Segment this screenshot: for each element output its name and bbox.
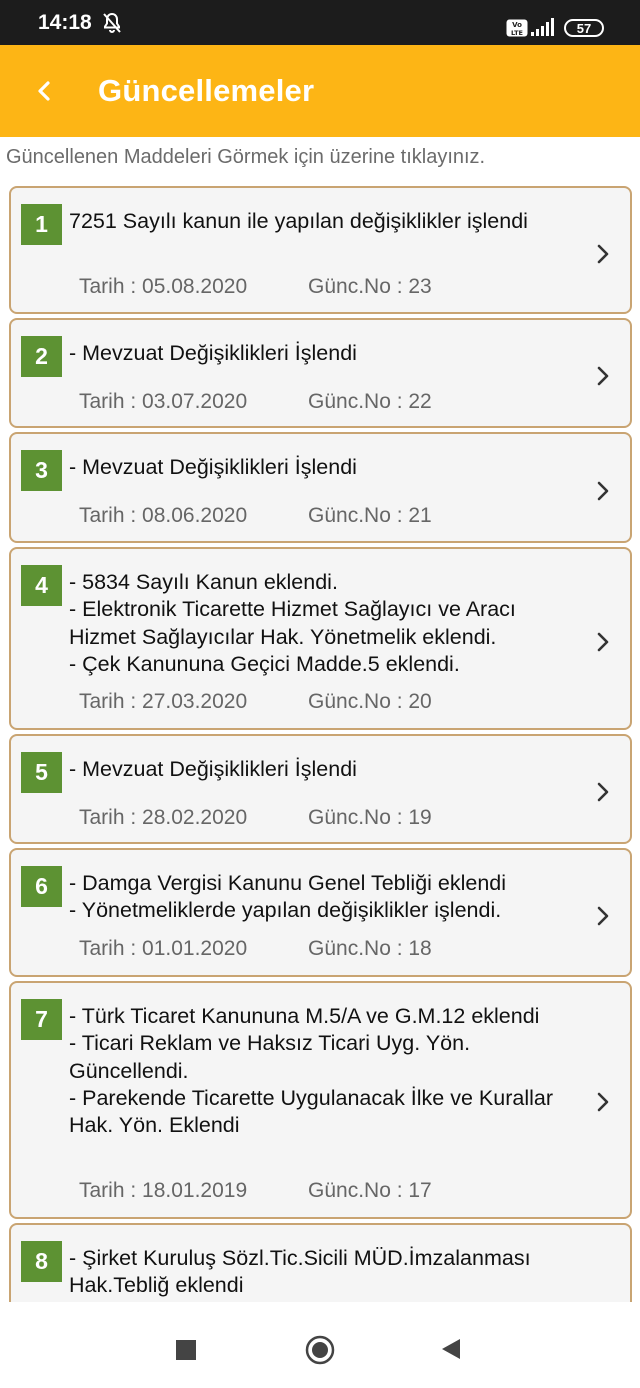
update-number-badge: 1 bbox=[21, 204, 62, 245]
update-meta: Tarih : 05.08.2020 Günc.No : 23 bbox=[79, 275, 432, 299]
update-number: Günc.No : 20 bbox=[308, 690, 432, 713]
update-date: Tarih : 03.07.2020 bbox=[79, 390, 248, 413]
update-meta: Tarih : 08.06.2020 Günc.No : 21 bbox=[79, 504, 432, 528]
update-date: Tarih : 18.01.2019 bbox=[79, 1179, 248, 1202]
update-description: - 5834 Sayılı Kanun eklendi. - Elektroni… bbox=[69, 570, 516, 676]
update-card[interactable]: 1 7251 Sayılı kanun ile yapılan değişikl… bbox=[9, 186, 632, 314]
chevron-right-icon bbox=[597, 632, 609, 652]
update-card[interactable]: 6 - Damga Vergisi Kanunu Genel Tebliği e… bbox=[9, 848, 632, 977]
update-number-badge: 2 bbox=[21, 336, 62, 377]
update-number: Günc.No : 21 bbox=[308, 504, 432, 527]
update-meta: Tarih : 28.02.2020 Günc.No : 19 bbox=[79, 806, 432, 830]
chevron-right-icon bbox=[597, 782, 609, 802]
back-button[interactable] bbox=[440, 1337, 462, 1361]
chevron-right-icon bbox=[597, 244, 609, 264]
update-card[interactable]: 8 - Şirket Kuruluş Sözl.Tic.Sicili MÜD.İ… bbox=[9, 1223, 632, 1302]
update-description: - Mevzuat Değişiklikleri İşlendi bbox=[69, 757, 357, 781]
instruction-text: Güncellenen Maddeleri Görmek için üzerin… bbox=[6, 146, 486, 168]
update-number: Günc.No : 18 bbox=[308, 937, 432, 960]
update-meta: Tarih : 03.07.2020 Günc.No : 22 bbox=[79, 390, 432, 414]
updates-list[interactable]: 1 7251 Sayılı kanun ile yapılan değişikl… bbox=[0, 182, 640, 1302]
update-number-badge: 8 bbox=[21, 1241, 62, 1282]
update-number-badge: 5 bbox=[21, 752, 62, 793]
update-date: Tarih : 01.01.2020 bbox=[79, 937, 248, 960]
status-bar: 14:18 Vo LTE 57 bbox=[0, 0, 640, 45]
update-number-badge: 3 bbox=[21, 450, 62, 491]
system-navigation-bar bbox=[0, 1311, 640, 1388]
recent-apps-button[interactable] bbox=[176, 1340, 196, 1360]
chevron-right-icon bbox=[597, 1092, 609, 1112]
update-number: Günc.No : 19 bbox=[308, 806, 432, 829]
home-button[interactable] bbox=[305, 1335, 335, 1365]
page-title: Güncellemeler bbox=[98, 73, 315, 108]
back-arrow-icon[interactable] bbox=[26, 73, 62, 109]
update-meta: Tarih : 18.01.2019 Günc.No : 17 bbox=[79, 1179, 432, 1203]
update-meta: Tarih : 27.03.2020 Günc.No : 20 bbox=[79, 690, 432, 714]
update-number: Günc.No : 23 bbox=[308, 275, 432, 298]
svg-text:Vo: Vo bbox=[512, 21, 522, 29]
svg-text:LTE: LTE bbox=[511, 29, 523, 37]
app-bar: Güncellemeler bbox=[0, 45, 640, 137]
update-meta: Tarih : 01.01.2020 Günc.No : 18 bbox=[79, 937, 432, 961]
update-card[interactable]: 2 - Mevzuat Değişiklikleri İşlendi Tarih… bbox=[9, 318, 632, 428]
update-card[interactable]: 5 - Mevzuat Değişiklikleri İşlendi Tarih… bbox=[9, 734, 632, 844]
volte-icon: Vo LTE bbox=[506, 19, 528, 37]
update-date: Tarih : 27.03.2020 bbox=[79, 690, 248, 713]
update-card[interactable]: 7 - Türk Ticaret Kanununa M.5/A ve G.M.1… bbox=[9, 981, 632, 1219]
update-date: Tarih : 08.06.2020 bbox=[79, 504, 248, 527]
update-description: - Mevzuat Değişiklikleri İşlendi bbox=[69, 341, 357, 365]
update-description: - Türk Ticaret Kanununa M.5/A ve G.M.12 … bbox=[69, 1004, 553, 1138]
battery-indicator: 57 bbox=[564, 19, 604, 37]
update-number: Günc.No : 17 bbox=[308, 1179, 432, 1202]
update-description: - Damga Vergisi Kanunu Genel Tebliği ekl… bbox=[69, 871, 507, 923]
update-date: Tarih : 05.08.2020 bbox=[79, 275, 248, 298]
chevron-right-icon bbox=[597, 906, 609, 926]
update-number: Günc.No : 22 bbox=[308, 390, 432, 413]
muted-bell-icon bbox=[103, 12, 121, 33]
update-description: 7251 Sayılı kanun ile yapılan değişiklik… bbox=[69, 209, 528, 233]
update-card[interactable]: 4 - 5834 Sayılı Kanun eklendi. - Elektro… bbox=[9, 547, 632, 730]
signal-icon bbox=[531, 18, 554, 36]
chevron-right-icon bbox=[597, 481, 609, 501]
status-time: 14:18 bbox=[38, 11, 92, 34]
update-card[interactable]: 3 - Mevzuat Değişiklikleri İşlendi Tarih… bbox=[9, 432, 632, 543]
update-number-badge: 6 bbox=[21, 866, 62, 907]
update-description: - Şirket Kuruluş Sözl.Tic.Sicili MÜD.İmz… bbox=[69, 1246, 531, 1298]
chevron-right-icon bbox=[597, 366, 609, 386]
battery-level: 57 bbox=[576, 20, 592, 36]
update-description: - Mevzuat Değişiklikleri İşlendi bbox=[69, 455, 357, 479]
update-number-badge: 4 bbox=[21, 565, 62, 606]
update-date: Tarih : 28.02.2020 bbox=[79, 806, 248, 829]
update-number-badge: 7 bbox=[21, 999, 62, 1040]
